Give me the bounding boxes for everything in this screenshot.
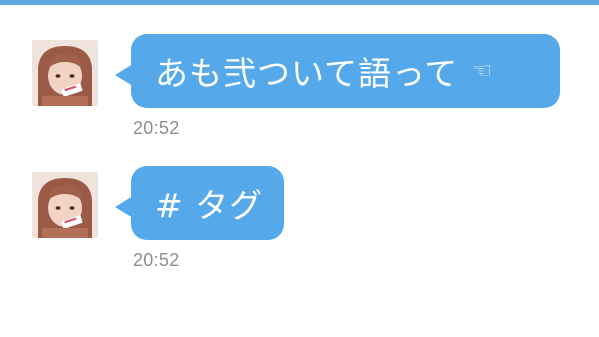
avatar[interactable]: [32, 172, 98, 238]
pointing-hand-icon: ☜: [472, 58, 494, 84]
message-row: # タグ 20:52: [0, 166, 599, 276]
message-text: あも弐ついて語って: [155, 54, 459, 93]
message-row: あも弐ついて語って ☜ 20:52: [0, 34, 599, 144]
message-bubble[interactable]: # タグ: [131, 166, 284, 240]
chat-screen: あも弐ついて語って ☜ 20:52 # タグ 20:52: [0, 0, 599, 337]
message-bubble[interactable]: あも弐ついて語って ☜: [131, 34, 560, 108]
message-timestamp: 20:52: [133, 118, 180, 138]
message-text: # タグ: [155, 186, 264, 225]
header-bar: [0, 0, 599, 5]
avatar[interactable]: [32, 40, 98, 106]
message-timestamp: 20:52: [133, 250, 180, 270]
